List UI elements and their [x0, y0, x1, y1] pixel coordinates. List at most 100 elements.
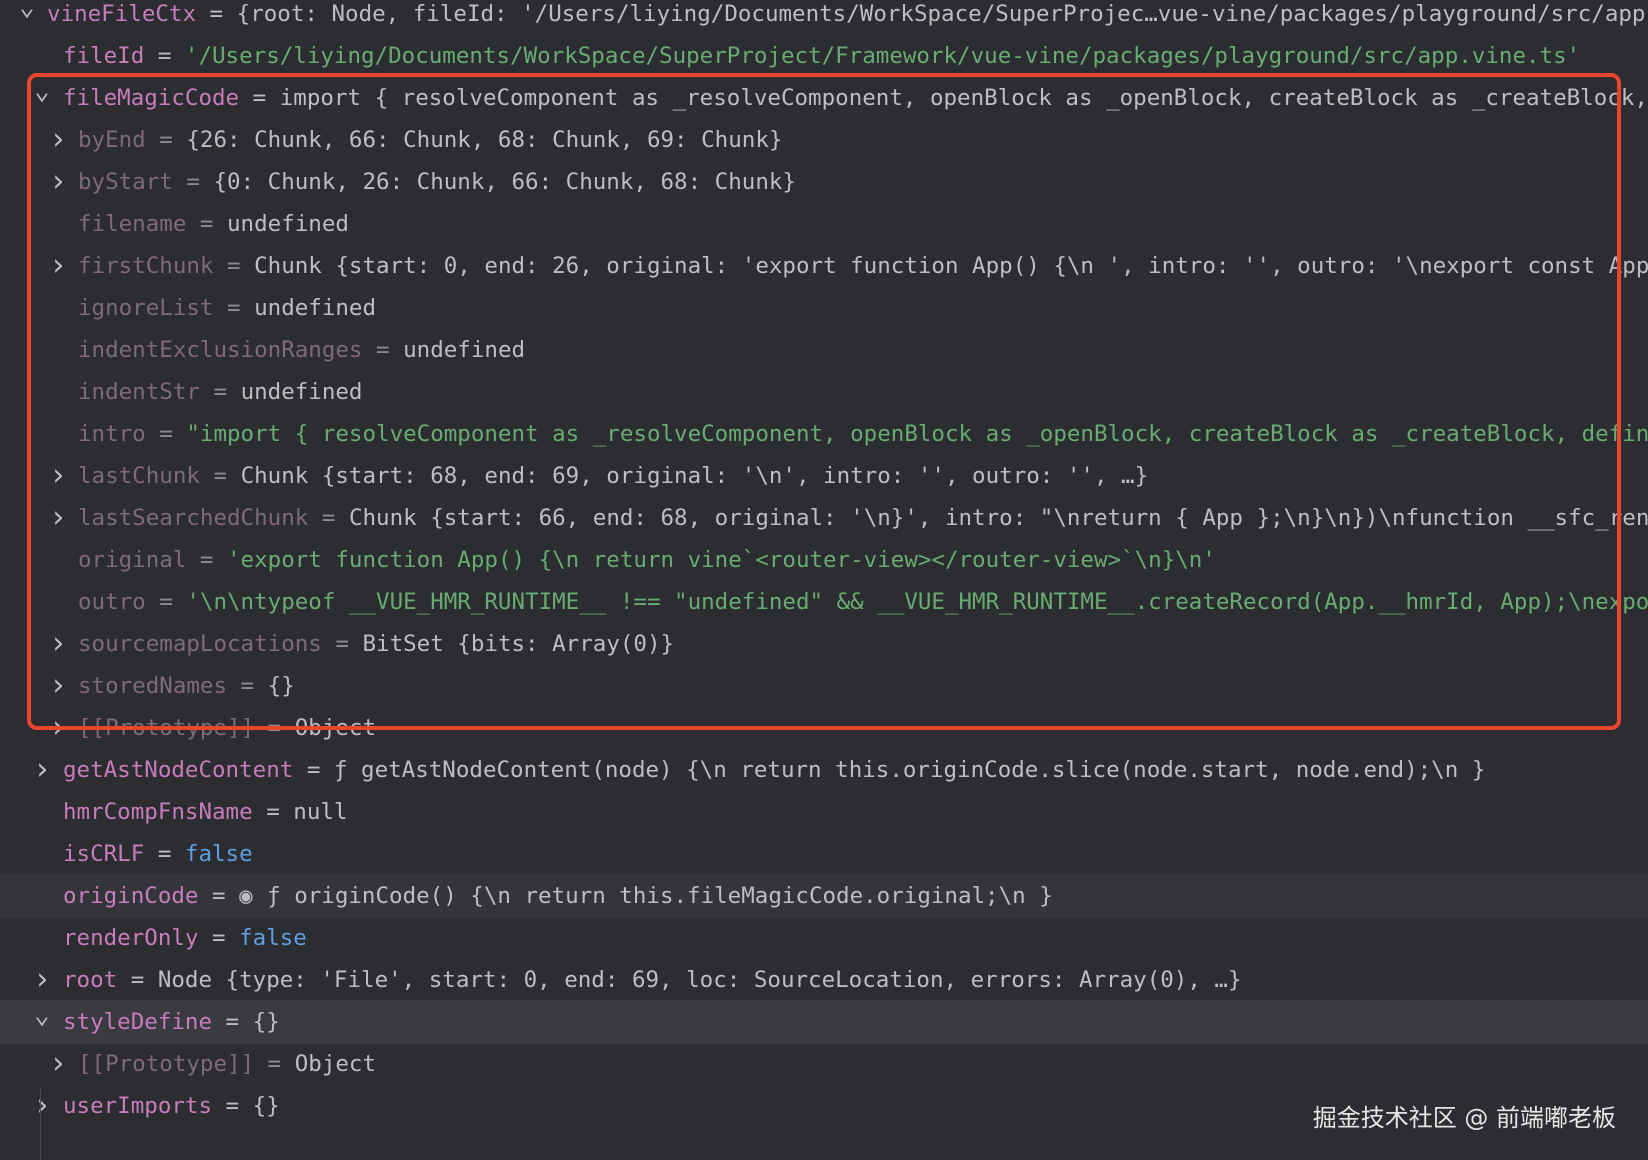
variable-name: lastChunk — [78, 463, 200, 489]
tree-row-renderonly[interactable]: renderOnly = false — [0, 916, 1648, 960]
variable-name: renderOnly — [63, 925, 199, 951]
variable-value: null — [293, 799, 348, 825]
variable-value: Chunk {start: 68, end: 69, original: '\n… — [240, 463, 1149, 489]
tree-row-indentexclusionranges[interactable]: indentExclusionRanges = undefined — [0, 328, 1648, 372]
chevron-down-icon[interactable]: ⌄ — [28, 76, 56, 120]
variable-value: ƒ originCode() {\n return this.fileMagic… — [267, 883, 1053, 909]
equals-sign: = — [254, 1051, 295, 1077]
chevron-right-icon[interactable]: › — [44, 160, 72, 204]
chevron-right-icon[interactable]: › — [44, 244, 72, 288]
eye-icon[interactable]: ◉ — [239, 874, 267, 918]
variable-value: BitSet {bits: Array(0)} — [362, 631, 675, 657]
chevron-right-icon[interactable]: › — [44, 454, 72, 498]
tree-row-root[interactable]: › root = Node {type: 'File', start: 0, en… — [0, 958, 1648, 1002]
variable-value: '/Users/liying/Documents/WorkSpace/Super… — [184, 43, 1581, 69]
chevron-right-icon[interactable]: › — [28, 1084, 56, 1128]
equals-sign: = — [144, 841, 185, 867]
chevron-down-icon[interactable]: ⌄ — [13, 0, 41, 36]
tree-row-vinefilectx[interactable]: ⌄ vineFileCtx = {root: Node, fileId: '/Us… — [0, 0, 1648, 36]
variable-value: undefined — [403, 337, 526, 363]
tree-row-indentstr[interactable]: indentStr = undefined — [0, 370, 1648, 414]
equals-sign: = — [196, 1, 237, 27]
variable-name: ignoreList — [78, 295, 214, 321]
tree-row-iscrlf[interactable]: isCRLF = false — [0, 832, 1648, 876]
tree-row-origincode[interactable]: originCode = ◉ ƒ originCode() {\n return … — [0, 874, 1648, 918]
equals-sign: = — [198, 925, 240, 951]
variable-name: lastSearchedChunk — [78, 505, 309, 531]
equals-sign: = — [321, 631, 363, 657]
chevron-right-icon[interactable]: › — [44, 496, 72, 540]
tree-row-prototype[interactable]: › [[Prototype]] = Object — [0, 1042, 1648, 1086]
variable-name: [[Prototype]] — [78, 715, 255, 741]
equals-sign: = — [212, 1093, 253, 1119]
equals-sign: = — [213, 253, 255, 279]
variable-name: filename — [78, 211, 187, 237]
variable-value: {} — [267, 673, 295, 699]
tree-row-prototype[interactable]: › [[Prototype]] = Object — [0, 706, 1648, 750]
equals-sign: = — [293, 757, 334, 783]
chevron-right-icon[interactable]: › — [44, 1042, 72, 1086]
variable-value: Object — [294, 1051, 377, 1077]
tree-row-intro[interactable]: intro = "import { resolveComponent as _r… — [0, 412, 1648, 456]
tree-row-getastnodecontent[interactable]: › getAstNodeContent = ƒ getAstNodeContent… — [0, 748, 1648, 792]
equals-sign: = — [212, 1009, 253, 1035]
variable-name: byEnd — [78, 127, 146, 153]
variable-name: isCRLF — [63, 841, 145, 867]
equals-sign: = — [145, 127, 187, 153]
variable-value: undefined — [227, 211, 349, 237]
chevron-right-icon[interactable]: › — [28, 748, 56, 792]
variable-value: "import { resolveComponent as _resolveCo… — [186, 421, 1648, 447]
variable-value: Object — [294, 715, 377, 741]
variable-value: undefined — [254, 295, 377, 321]
tree-row-firstchunk[interactable]: › firstChunk = Chunk {start: 0, end: 26, … — [0, 244, 1648, 288]
variable-name: styleDefine — [63, 1009, 213, 1035]
tree-row-ignorelist[interactable]: ignoreList = undefined — [0, 286, 1648, 330]
variable-value: undefined — [240, 379, 363, 405]
tree-row-original[interactable]: original = 'export function App() {\n re… — [0, 538, 1648, 582]
variable-name: indentStr — [78, 379, 200, 405]
indent-guide-line — [40, 1088, 41, 1160]
variable-name: intro — [78, 421, 146, 447]
variable-value: false — [184, 841, 253, 867]
equals-sign: = — [254, 715, 295, 741]
tree-row-outro[interactable]: outro = '\n\ntypeof __VUE_HMR_RUNTIME__ … — [0, 580, 1648, 624]
variable-name: firstChunk — [78, 253, 214, 279]
tree-row-lastsearchedchunk[interactable]: › lastSearchedChunk = Chunk {start: 66, e… — [0, 496, 1648, 540]
equals-sign: = — [172, 169, 214, 195]
variable-value: 'export function App() {\n return vine`<… — [227, 547, 1216, 573]
equals-sign: = — [198, 883, 240, 909]
equals-sign: = — [362, 337, 404, 363]
chevron-down-icon[interactable]: ⌄ — [28, 1000, 56, 1044]
chevron-right-icon[interactable]: › — [44, 664, 72, 708]
tree-row-sourcemaplocations[interactable]: › sourcemapLocations = BitSet {bits: Arra… — [0, 622, 1648, 666]
tree-row-filename[interactable]: filename = undefined — [0, 202, 1648, 246]
variable-name: outro — [78, 589, 146, 615]
equals-sign: = — [308, 505, 349, 531]
chevron-right-icon[interactable]: › — [28, 958, 56, 1002]
variable-name: storedNames — [78, 673, 228, 699]
variable-name: original — [78, 547, 187, 573]
tree-row-lastchunk[interactable]: › lastChunk = Chunk {start: 68, end: 69, … — [0, 454, 1648, 498]
variable-name: vineFileCtx — [47, 1, 197, 27]
tree-row-styledefine[interactable]: ⌄ styleDefine = {} — [0, 1000, 1648, 1044]
tree-row-storednames[interactable]: › storedNames = {} — [0, 664, 1648, 708]
tree-row-byend[interactable]: › byEnd = {26: Chunk, 66: Chunk, 68: Chun… — [0, 118, 1648, 162]
equals-sign: = — [145, 589, 187, 615]
variable-value: import { resolveComponent as _resolveCom… — [279, 85, 1648, 111]
variable-value: {26: Chunk, 66: Chunk, 68: Chunk, 69: Ch… — [186, 127, 783, 153]
tree-row-hmrcompfnsname[interactable]: hmrCompFnsName = null — [0, 790, 1648, 834]
equals-sign: = — [186, 547, 228, 573]
tree-row-fileid[interactable]: fileId = '/Users/liying/Documents/WorkSp… — [0, 34, 1648, 78]
equals-sign: = — [117, 967, 158, 993]
chevron-right-icon[interactable]: › — [44, 706, 72, 750]
equals-sign: = — [144, 43, 185, 69]
variable-name: hmrCompFnsName — [63, 799, 253, 825]
chevron-right-icon[interactable]: › — [44, 118, 72, 162]
variable-name: originCode — [63, 883, 199, 909]
variable-value: Chunk {start: 66, end: 68, original: '\n… — [348, 505, 1648, 531]
tree-row-filemagiccode[interactable]: ⌄ fileMagicCode = import { resolveCompone… — [0, 76, 1648, 120]
tree-row-bystart[interactable]: › byStart = {0: Chunk, 26: Chunk, 66: Chu… — [0, 160, 1648, 204]
chevron-right-icon[interactable]: › — [44, 622, 72, 666]
equals-sign: = — [252, 799, 294, 825]
variable-value: '\n\ntypeof __VUE_HMR_RUNTIME__ !== "und… — [186, 589, 1648, 615]
